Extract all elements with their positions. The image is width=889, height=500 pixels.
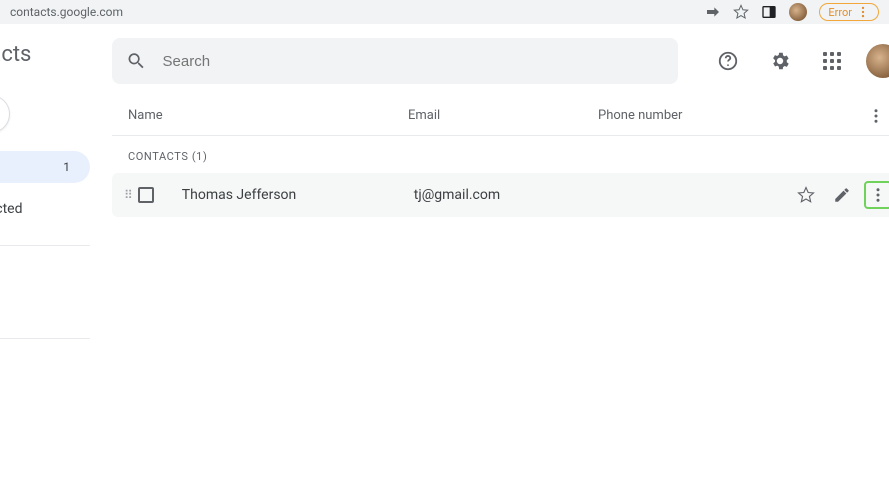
account-avatar[interactable]: [866, 44, 889, 78]
sidebar-item-contacts[interactable]: 1: [0, 151, 90, 183]
edit-button[interactable]: [828, 181, 856, 209]
help-button[interactable]: [710, 43, 746, 79]
sidebar: ntacts act 1 contacted l acts: [0, 24, 90, 500]
star-button[interactable]: [792, 181, 820, 209]
search-box[interactable]: [112, 38, 678, 84]
sidebar-item-contacted[interactable]: contacted: [0, 193, 90, 225]
gear-icon: [769, 50, 791, 72]
app-title: ntacts: [0, 42, 90, 67]
drag-handle-icon[interactable]: ⠿: [124, 188, 132, 202]
error-chip[interactable]: Error: [819, 3, 879, 21]
more-vert-icon: [869, 186, 887, 204]
select-checkbox[interactable]: [138, 187, 154, 203]
panel-icon[interactable]: [761, 4, 777, 20]
more-vert-icon: [867, 107, 885, 125]
star-icon: [797, 186, 815, 204]
contact-row[interactable]: ⠿ Thomas Jefferson tj@gmail.com: [112, 173, 889, 217]
pencil-icon: [833, 186, 851, 204]
col-phone: Phone number: [598, 108, 889, 123]
settings-button[interactable]: [762, 43, 798, 79]
main-area: Name Email Phone number CONTACTS (1) ⠿ T…: [90, 24, 889, 500]
search-input[interactable]: [163, 53, 678, 70]
section-label: CONTACTS (1): [112, 136, 889, 173]
search-icon: [126, 50, 147, 72]
apps-grid-icon: [823, 52, 841, 70]
sidebar-item-label[interactable]: l: [0, 286, 90, 318]
browser-profile-avatar[interactable]: [789, 3, 807, 21]
sidebar-item-other-contacts[interactable]: acts: [0, 449, 90, 481]
row-more-button[interactable]: [864, 181, 889, 209]
share-icon[interactable]: [705, 4, 721, 20]
column-headers: Name Email Phone number: [112, 84, 889, 136]
contact-email: tj@gmail.com: [414, 187, 604, 203]
list-settings-button[interactable]: [862, 102, 889, 130]
divider: [0, 245, 90, 246]
browser-chrome: contacts.google.com Error: [0, 0, 889, 24]
apps-button[interactable]: [814, 43, 850, 79]
divider: [0, 338, 90, 339]
url-display: contacts.google.com: [10, 5, 705, 19]
create-contact-button[interactable]: act: [0, 95, 10, 133]
contact-name: Thomas Jefferson: [182, 187, 414, 203]
col-email: Email: [408, 108, 598, 123]
col-name: Name: [128, 108, 408, 123]
contacts-count: 1: [63, 160, 70, 174]
bookmark-star-icon[interactable]: [733, 4, 749, 20]
error-label: Error: [828, 6, 852, 19]
help-icon: [717, 50, 739, 72]
